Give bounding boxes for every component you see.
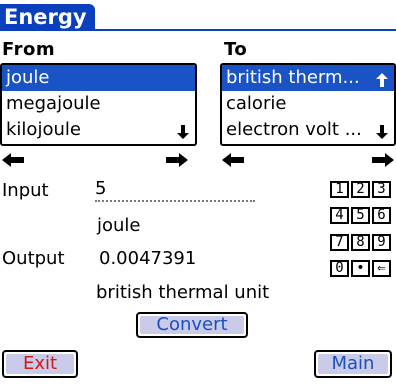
from-list-item-label: kilojoule bbox=[6, 119, 81, 140]
convert-button-label: Convert bbox=[156, 314, 228, 335]
keypad-key-4[interactable]: 4 bbox=[330, 207, 349, 224]
to-scroll-left-icon[interactable] bbox=[222, 152, 244, 168]
scroll-down-icon[interactable] bbox=[175, 122, 191, 139]
keypad-key-3[interactable]: 3 bbox=[372, 181, 391, 198]
input-field[interactable]: 5 bbox=[95, 178, 255, 202]
from-list[interactable]: joule megajoule kilojoule bbox=[0, 63, 197, 146]
keypad-key-decimal[interactable]: • bbox=[351, 260, 370, 277]
keypad-key-6[interactable]: 6 bbox=[372, 207, 391, 224]
to-scroll-right-icon[interactable] bbox=[372, 152, 394, 168]
from-list-item-label: joule bbox=[6, 67, 50, 88]
to-header: To bbox=[224, 39, 248, 60]
keypad-key-1[interactable]: 1 bbox=[330, 181, 349, 198]
keypad-backspace-key[interactable]: ⇐ bbox=[372, 260, 391, 277]
scroll-up-icon[interactable] bbox=[374, 70, 390, 87]
to-list-item[interactable]: calorie bbox=[222, 91, 394, 117]
input-value: 5 bbox=[95, 178, 107, 199]
convert-button[interactable]: Convert bbox=[136, 312, 248, 338]
keypad-key-7[interactable]: 7 bbox=[330, 234, 349, 251]
from-scroll-right-icon[interactable] bbox=[166, 152, 188, 168]
exit-button-label: Exit bbox=[22, 353, 58, 374]
keypad-key-2[interactable]: 2 bbox=[351, 181, 370, 198]
from-scroll-left-icon[interactable] bbox=[2, 152, 24, 168]
keypad-key-9[interactable]: 9 bbox=[372, 234, 391, 251]
main-button[interactable]: Main bbox=[314, 350, 392, 378]
keypad-key-0[interactable]: 0 bbox=[330, 260, 349, 277]
from-list-item[interactable]: joule bbox=[2, 65, 195, 91]
from-list-item[interactable]: kilojoule bbox=[2, 117, 195, 143]
input-unit: joule bbox=[97, 215, 141, 236]
from-list-item-label: megajoule bbox=[6, 93, 101, 114]
keypad-key-5[interactable]: 5 bbox=[351, 207, 370, 224]
to-list-item[interactable]: electron volt ... bbox=[222, 117, 394, 143]
to-list[interactable]: british therm... calorie electron volt .… bbox=[220, 63, 396, 146]
main-button-label: Main bbox=[331, 353, 375, 374]
to-list-item-label: british therm... bbox=[226, 67, 360, 88]
to-list-item-label: electron volt ... bbox=[226, 119, 362, 140]
app-title[interactable]: Energy bbox=[0, 4, 95, 31]
input-label: Input bbox=[2, 180, 49, 201]
exit-button[interactable]: Exit bbox=[2, 350, 78, 378]
from-header: From bbox=[2, 39, 56, 60]
title-underline bbox=[0, 29, 396, 31]
keypad-key-8[interactable]: 8 bbox=[351, 234, 370, 251]
from-list-item[interactable]: megajoule bbox=[2, 91, 195, 117]
scroll-down-icon[interactable] bbox=[374, 122, 390, 139]
output-value: 0.0047391 bbox=[99, 248, 197, 269]
to-list-item-label: calorie bbox=[226, 93, 287, 114]
output-label: Output bbox=[2, 248, 65, 269]
title-bar: Energy bbox=[0, 0, 396, 31]
to-list-item[interactable]: british therm... bbox=[222, 65, 394, 91]
output-unit: british thermal unit bbox=[96, 282, 270, 303]
